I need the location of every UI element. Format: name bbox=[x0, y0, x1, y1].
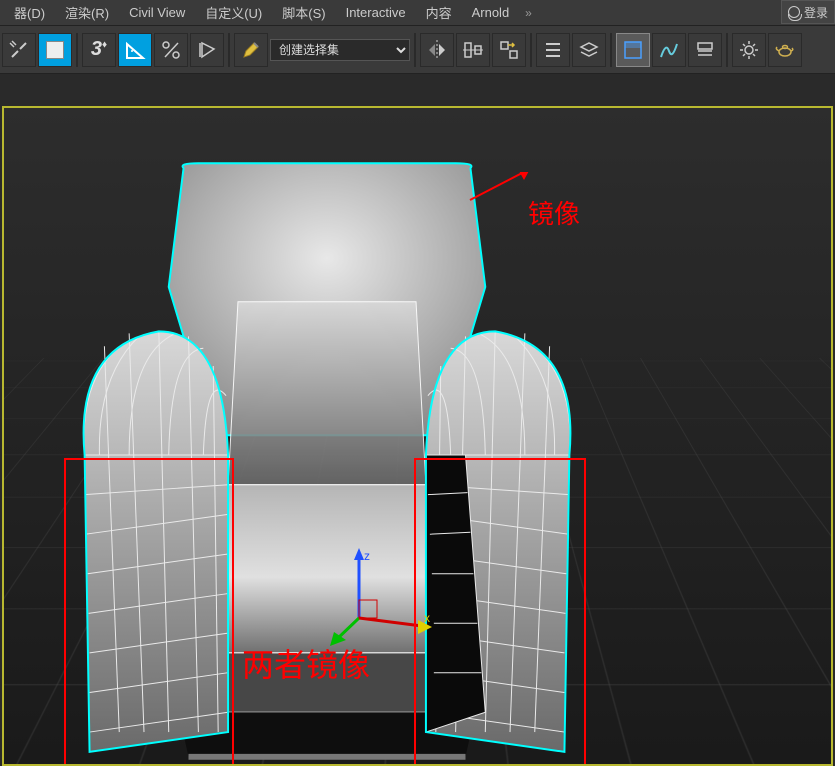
menu-item-tools[interactable]: 器(D) bbox=[4, 0, 55, 26]
toggle-ribbon-button[interactable] bbox=[616, 33, 650, 67]
named-selection-dropdown[interactable]: 创建选择集 bbox=[270, 39, 410, 61]
angle-snap-icon bbox=[123, 38, 147, 62]
annotation-arrow bbox=[464, 172, 534, 202]
3d-snap-button[interactable]: 3♦ bbox=[82, 33, 116, 67]
login-button[interactable]: 登录 bbox=[781, 0, 835, 24]
unlink-button[interactable] bbox=[2, 33, 36, 67]
menu-label: Arnold bbox=[472, 5, 510, 20]
layer-explorer-button[interactable] bbox=[536, 33, 570, 67]
teapot-icon bbox=[774, 39, 796, 61]
angle-snap-button[interactable] bbox=[118, 33, 152, 67]
percent-snap-button[interactable] bbox=[154, 33, 188, 67]
schematic-view-button[interactable] bbox=[688, 33, 722, 67]
menu-label: 渲染(R) bbox=[65, 6, 109, 21]
edit-named-selections-button[interactable] bbox=[234, 33, 268, 67]
menu-item-civilview[interactable]: Civil View bbox=[119, 1, 195, 24]
user-icon bbox=[788, 6, 800, 18]
layers-stack-icon bbox=[578, 39, 600, 61]
menu-item-interactive[interactable]: Interactive bbox=[336, 1, 416, 24]
edit-pencil-icon bbox=[240, 39, 262, 61]
menu-label: Civil View bbox=[129, 5, 185, 20]
mirror-icon bbox=[425, 38, 449, 62]
menu-overflow-icon[interactable]: » bbox=[525, 6, 532, 20]
curve-icon bbox=[658, 39, 680, 61]
align-icon bbox=[462, 39, 484, 61]
align-button[interactable] bbox=[456, 33, 490, 67]
curve-editor-button[interactable] bbox=[652, 33, 686, 67]
main-toolbar: 3♦ 创建选择集 bbox=[0, 26, 835, 74]
select-window-button[interactable] bbox=[38, 33, 72, 67]
3d-snap-icon: 3♦ bbox=[91, 38, 107, 61]
render-frame-button[interactable] bbox=[768, 33, 802, 67]
toolbar-separator bbox=[76, 33, 78, 67]
menu-label: 器(D) bbox=[14, 6, 45, 21]
menu-item-rendering[interactable]: 渲染(R) bbox=[55, 0, 119, 26]
quick-align-button[interactable] bbox=[492, 33, 526, 67]
toolbar-separator bbox=[228, 33, 230, 67]
layer-toggle-button[interactable] bbox=[572, 33, 606, 67]
mirror-button[interactable] bbox=[420, 33, 454, 67]
menu-item-script[interactable]: 脚本(S) bbox=[272, 0, 335, 26]
annotation-label-mirror: 镜像 bbox=[528, 194, 580, 231]
toolbar-separator bbox=[610, 33, 612, 67]
menu-label: 脚本(S) bbox=[282, 6, 325, 21]
viewport[interactable]: z x 镜像 两者镜像 bbox=[0, 74, 835, 766]
menu-label: 内容 bbox=[426, 6, 452, 21]
spinner-snap-button[interactable] bbox=[190, 33, 224, 67]
toolbar-separator bbox=[726, 33, 728, 67]
toolbar-separator bbox=[414, 33, 416, 67]
ribbon-icon bbox=[622, 39, 644, 61]
quick-align-icon bbox=[498, 39, 520, 61]
unlink-icon bbox=[8, 39, 30, 61]
select-window-icon bbox=[46, 41, 64, 59]
layers-list-icon bbox=[542, 39, 564, 61]
menubar: 器(D) 渲染(R) Civil View 自定义(U) 脚本(S) Inter… bbox=[0, 0, 835, 26]
gear-icon bbox=[738, 39, 760, 61]
annotation-label-both-mirror: 两者镜像 bbox=[242, 640, 370, 686]
menu-item-customize[interactable]: 自定义(U) bbox=[195, 0, 272, 26]
login-label: 登录 bbox=[804, 4, 828, 21]
menu-label: 自定义(U) bbox=[205, 6, 262, 21]
menu-item-content[interactable]: 内容 bbox=[416, 0, 462, 26]
spinner-snap-icon bbox=[196, 39, 218, 61]
render-setup-button[interactable] bbox=[732, 33, 766, 67]
viewport-scene[interactable]: z x 镜像 两者镜像 bbox=[4, 108, 831, 764]
percent-snap-icon bbox=[160, 39, 182, 61]
schematic-icon bbox=[694, 39, 716, 61]
toolbar-separator bbox=[530, 33, 532, 67]
menu-item-arnold[interactable]: Arnold bbox=[462, 1, 520, 24]
menu-label: Interactive bbox=[346, 5, 406, 20]
